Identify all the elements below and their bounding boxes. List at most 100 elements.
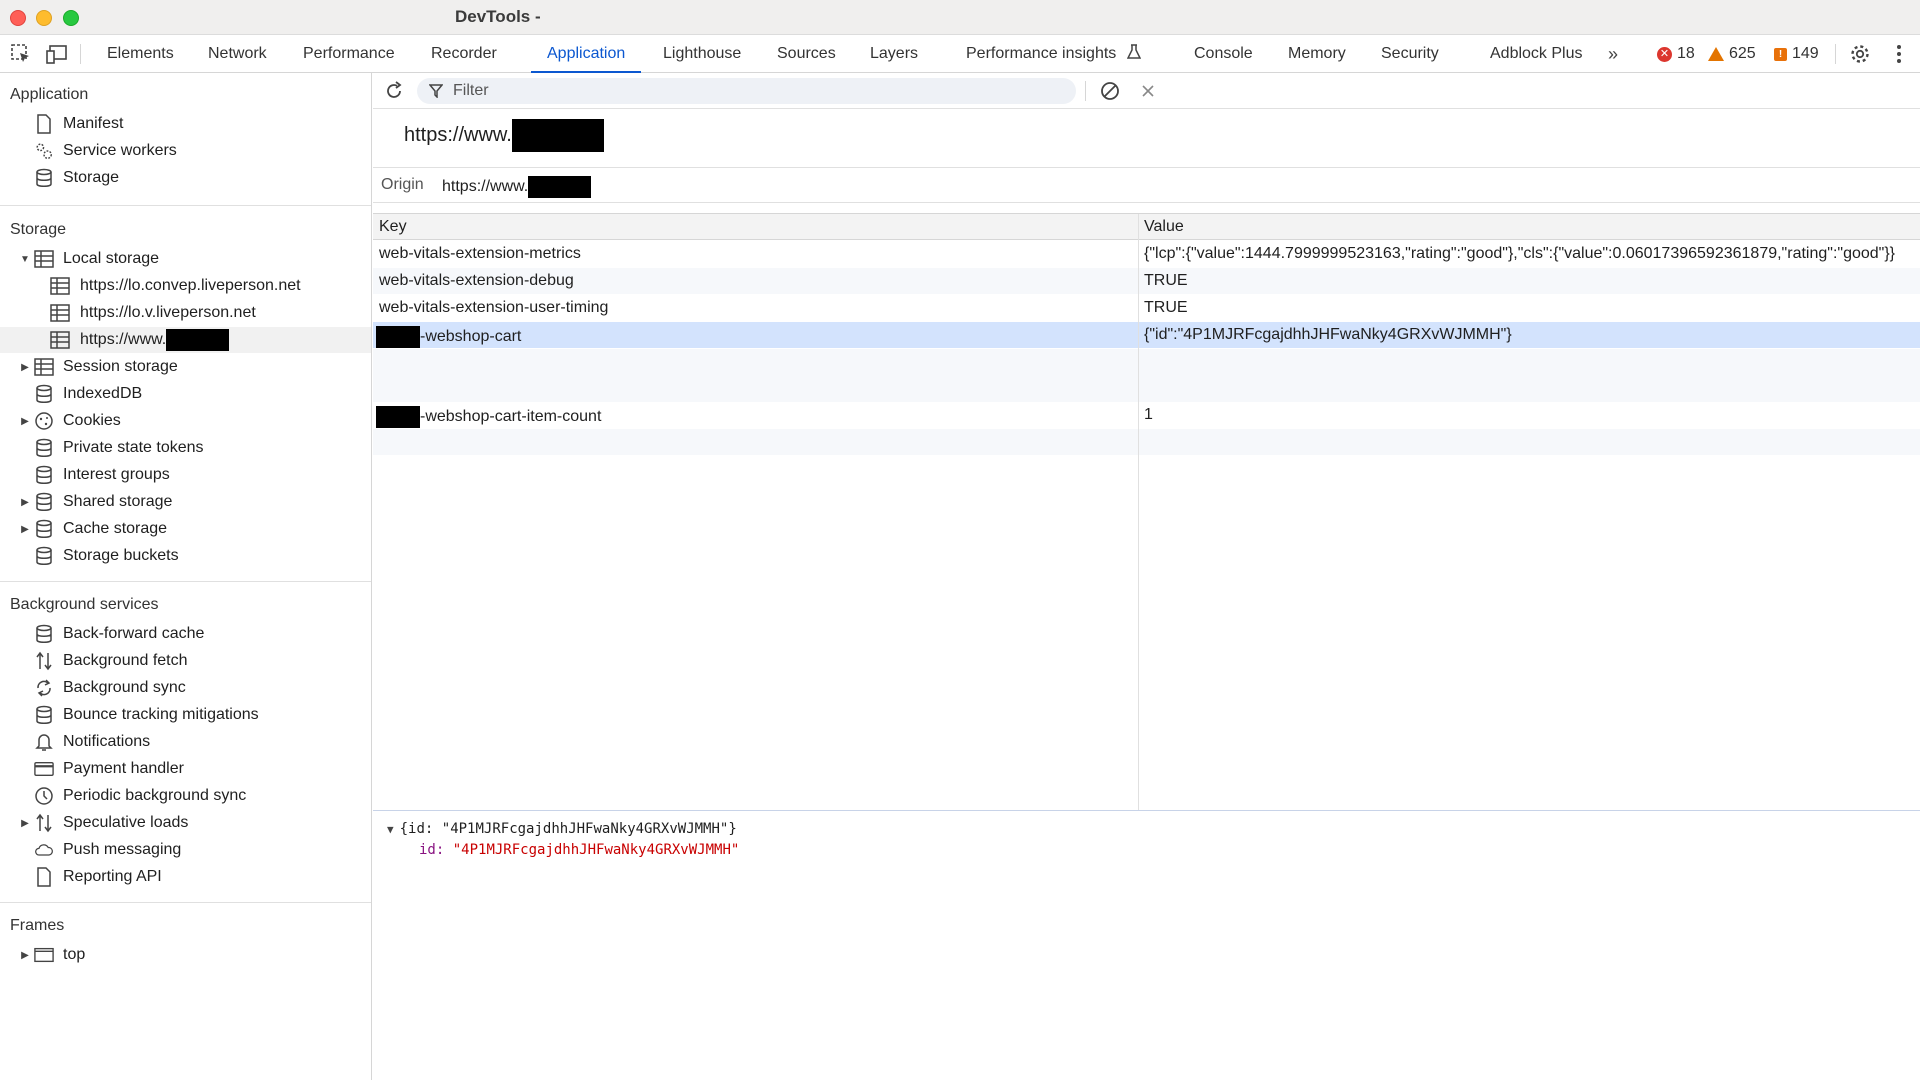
sidebar-item-manifest[interactable]: Manifest [0,111,371,137]
sidebar-item-cookies[interactable]: ▶ Cookies [0,408,371,434]
sidebar-item-cache-storage[interactable]: ▶ Cache storage [0,516,371,542]
sidebar-item-local-storage[interactable]: ▼ Local storage [0,246,371,272]
toolbar-divider [1835,44,1836,64]
sidebar-item-private-state-tokens[interactable]: Private state tokens [0,435,371,461]
table-row-editing[interactable] [373,349,1920,402]
up-down-arrows-icon [34,651,54,671]
table-row[interactable]: web-vitals-extension-user-timing TRUE [373,295,1920,321]
document-icon [34,114,54,134]
tab-console[interactable]: Console [1194,35,1253,73]
redaction-block [166,329,230,351]
sidebar-item-label: Local storage [63,250,160,267]
sidebar-item-push-messaging[interactable]: Push messaging [0,837,371,863]
tab-lighthouse[interactable]: Lighthouse [663,35,741,73]
tab-performance-insights[interactable]: Performance insights [966,35,1141,73]
tab-memory[interactable]: Memory [1288,35,1346,73]
database-icon [34,384,54,404]
local-storage-panel: https://www. Origin https://www. Key Val… [373,73,1920,1080]
application-sidebar: Application Manifest Service workers Sto… [0,73,372,1080]
preview-property: id: "4P1MJRFcgajdhhJHFwaNky4GRXvWJMMH" [419,842,739,858]
tab-security[interactable]: Security [1381,35,1439,73]
sidebar-item-bounce-tracking[interactable]: Bounce tracking mitigations [0,702,371,728]
refresh-icon[interactable] [383,80,405,102]
sidebar-item-local-convep[interactable]: https://lo.convep.liveperson.net [0,273,371,299]
column-header-key[interactable]: Key [379,218,407,236]
clock-icon [34,786,54,806]
filter-box[interactable] [417,78,1076,104]
row-key: -webshop-cart-item-count [376,406,602,428]
table-row[interactable]: web-vitals-extension-metrics {"lcp":{"va… [373,241,1920,267]
more-options-icon[interactable] [1887,42,1911,66]
clear-all-icon[interactable] [1099,80,1121,102]
sidebar-item-background-fetch[interactable]: Background fetch [0,648,371,674]
inspect-element-icon[interactable] [9,42,33,66]
redaction-block [376,406,420,428]
tab-sources[interactable]: Sources [777,35,836,73]
tab-network[interactable]: Network [208,35,267,73]
close-window-button[interactable] [10,10,26,26]
table-row[interactable]: -webshop-cart-item-count 1 [373,402,1920,428]
sidebar-item-local-www[interactable]: https://www. [0,327,371,353]
tab-adblock-plus[interactable]: Adblock Plus [1490,35,1583,73]
row-key-text: -webshop-cart-item-count [420,408,602,425]
table-row-empty[interactable] [373,429,1920,455]
section-title-storage: Storage [10,221,67,238]
collapsed-triangle-icon[interactable]: ▶ [20,524,30,535]
collapsed-triangle-icon[interactable]: ▶ [20,416,30,427]
error-count-badge[interactable]: ✕ 18 [1657,35,1695,73]
expanded-triangle-icon[interactable]: ▼ [20,254,30,265]
delete-selected-icon[interactable] [1137,80,1159,102]
preview-object-summary[interactable]: ▼ {id: "4P1MJRFcgajdhhJHFwaNky4GRXvWJMMH"… [387,821,737,837]
expanded-triangle-icon[interactable]: ▼ [387,823,394,836]
collapsed-triangle-icon[interactable]: ▶ [20,497,30,508]
section-title-frames: Frames [10,917,65,934]
sidebar-item-service-workers[interactable]: Service workers [0,138,371,164]
tab-elements[interactable]: Elements [107,35,174,73]
error-icon: ✕ [1657,46,1672,62]
sidebar-item-background-sync[interactable]: Background sync [0,675,371,701]
cloud-icon [34,840,54,860]
sidebar-item-periodic-background-sync[interactable]: Periodic background sync [0,783,371,809]
sidebar-item-speculative-loads[interactable]: ▶ Speculative loads [0,810,371,836]
preview-summary-text: {id: "4P1MJRFcgajdhhJHFwaNky4GRXvWJMMH"} [399,821,737,837]
sidebar-item-indexeddb[interactable]: IndexedDB [0,381,371,407]
issues-count-badge[interactable]: ! 149 [1774,35,1819,73]
tab-performance[interactable]: Performance [303,35,395,73]
sidebar-item-reporting-api[interactable]: Reporting API [0,864,371,890]
database-icon [34,624,54,644]
more-tabs-icon[interactable]: » [1608,35,1618,73]
warning-count-badge[interactable]: 625 [1708,35,1756,73]
gears-icon [34,141,54,161]
row-value: TRUE [1144,272,1188,289]
collapsed-triangle-icon[interactable]: ▶ [20,818,30,829]
sidebar-item-frame-top[interactable]: ▶ top [0,942,371,968]
row-value: {"id":"4P1MJRFcgajdhhJHFwaNky4GRXvWJMMH"… [1144,326,1512,343]
database-icon [34,519,54,539]
sidebar-item-shared-storage[interactable]: ▶ Shared storage [0,489,371,515]
column-header-value[interactable]: Value [1144,218,1184,236]
column-divider[interactable] [1138,214,1139,810]
collapsed-triangle-icon[interactable]: ▶ [20,950,30,961]
tab-recorder[interactable]: Recorder [431,35,497,73]
experiment-flask-icon [1126,37,1141,75]
table-row[interactable]: web-vitals-extension-debug TRUE [373,268,1920,294]
sidebar-item-local-v-liveperson[interactable]: https://lo.v.liveperson.net [0,300,371,326]
minimize-window-button[interactable] [36,10,52,26]
device-toolbar-icon[interactable] [45,42,69,66]
sidebar-item-interest-groups[interactable]: Interest groups [0,462,371,488]
warning-icon [1708,47,1724,61]
sidebar-item-back-forward-cache[interactable]: Back-forward cache [0,621,371,647]
settings-gear-icon[interactable] [1848,42,1872,66]
table-row-selected[interactable]: -webshop-cart {"id":"4P1MJRFcgajdhhJHFwa… [373,322,1920,348]
collapsed-triangle-icon[interactable]: ▶ [20,362,30,373]
row-key: -webshop-cart [376,326,521,348]
sidebar-item-storage-overview[interactable]: Storage [0,165,371,191]
sidebar-item-storage-buckets[interactable]: Storage buckets [0,543,371,569]
tab-layers[interactable]: Layers [870,35,918,73]
filter-input[interactable] [453,81,1053,101]
sidebar-item-session-storage[interactable]: ▶ Session storage [0,354,371,380]
tab-application[interactable]: Application [530,35,642,74]
zoom-window-button[interactable] [63,10,79,26]
sidebar-item-payment-handler[interactable]: Payment handler [0,756,371,782]
sidebar-item-notifications[interactable]: Notifications [0,729,371,755]
